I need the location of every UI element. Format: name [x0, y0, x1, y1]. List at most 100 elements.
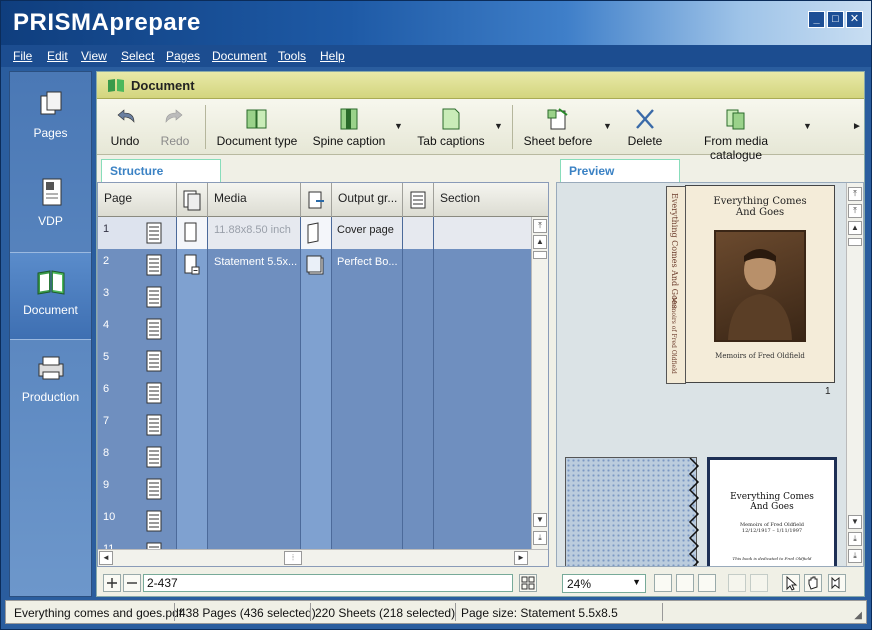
page-cell[interactable]: 3 — [98, 281, 176, 313]
menu-edit[interactable]: Edit — [47, 49, 68, 63]
table-row[interactable]: 3 — [98, 281, 532, 313]
thumbnail-grid-icon[interactable] — [698, 574, 716, 592]
media-indicator-cell[interactable] — [177, 249, 207, 281]
output-group-cell[interactable]: Cover page — [332, 217, 402, 249]
output-indicator-cell[interactable] — [301, 409, 331, 441]
media-indicator-cell[interactable] — [177, 217, 207, 249]
output-indicator-cell[interactable] — [301, 505, 331, 537]
section-indicator-cell[interactable] — [403, 473, 433, 505]
pointer-cursor-icon[interactable] — [782, 574, 800, 592]
column-header-output-group[interactable]: Output gr... — [332, 183, 402, 217]
scroll-thumb[interactable] — [848, 238, 862, 246]
section-indicator-cell[interactable] — [403, 505, 433, 537]
media-cell[interactable] — [208, 281, 300, 313]
section-cell[interactable] — [434, 217, 532, 249]
scroll-down-icon[interactable]: ▼ — [533, 513, 547, 527]
scroll-top-icon[interactable]: ⤒ — [533, 219, 547, 233]
column-header-page[interactable]: Page — [98, 183, 176, 217]
page-cell[interactable]: 7 — [98, 409, 176, 441]
redo-button[interactable]: Redo — [153, 99, 197, 155]
sidebar-item-document[interactable]: Document — [10, 252, 91, 340]
output-group-cell[interactable] — [332, 505, 402, 537]
minimize-button[interactable]: _ — [808, 11, 825, 28]
table-row[interactable]: 5 — [98, 345, 532, 377]
tab-structure[interactable]: Structure — [101, 159, 221, 183]
media-cell[interactable] — [208, 473, 300, 505]
section-indicator-cell[interactable] — [403, 249, 433, 281]
spread-view-icon[interactable] — [750, 574, 768, 592]
structure-horizontal-scrollbar[interactable]: ◄ ⦙ ► — [98, 549, 548, 566]
media-cell[interactable] — [208, 441, 300, 473]
media-cell[interactable] — [208, 505, 300, 537]
menu-tools[interactable]: Tools — [278, 49, 306, 63]
fit-page-icon[interactable] — [654, 574, 672, 592]
pan-hand-icon[interactable] — [804, 574, 822, 592]
tab-preview[interactable]: Preview — [560, 159, 680, 183]
sheet-before-dropdown-icon[interactable]: ▼ — [603, 121, 612, 131]
section-cell[interactable] — [434, 313, 532, 345]
output-indicator-cell[interactable] — [301, 217, 331, 249]
resize-grip-icon[interactable]: ◢ — [854, 610, 862, 621]
scroll-up-icon[interactable]: ▲ — [848, 221, 862, 235]
close-button[interactable]: ✕ — [846, 11, 863, 28]
section-indicator-cell[interactable] — [403, 441, 433, 473]
media-cell[interactable] — [208, 409, 300, 441]
zoom-tool-icon[interactable] — [828, 574, 846, 592]
column-header-section[interactable]: Section — [434, 183, 532, 217]
table-row[interactable]: 9 — [98, 473, 532, 505]
toolbar-overflow-chevron-icon[interactable]: ► — [852, 121, 862, 132]
preview-vertical-scrollbar[interactable]: ⤒ ⤒ ▲ ▼ ⤓ ⤓ — [846, 183, 863, 566]
scroll-bottom-icon[interactable]: ⤓ — [533, 531, 547, 545]
page-cell[interactable]: 1 — [98, 217, 176, 249]
section-cell[interactable] — [434, 441, 532, 473]
structure-vertical-scrollbar[interactable]: ⤒ ▲ ▼ ⤓ — [531, 217, 548, 550]
spine-caption-dropdown-icon[interactable]: ▼ — [394, 121, 403, 131]
sidebar-item-production[interactable]: Production — [10, 340, 91, 428]
expand-plus-icon[interactable] — [103, 574, 121, 592]
table-row[interactable]: 10 — [98, 505, 532, 537]
section-indicator-cell[interactable] — [403, 313, 433, 345]
media-indicator-cell[interactable] — [177, 473, 207, 505]
table-row[interactable]: 7 — [98, 409, 532, 441]
section-cell[interactable] — [434, 473, 532, 505]
media-indicator-cell[interactable] — [177, 281, 207, 313]
tab-captions-button[interactable]: Tab captions — [415, 99, 487, 155]
section-cell[interactable] — [434, 345, 532, 377]
copy-pages-icon[interactable] — [728, 574, 746, 592]
output-group-cell[interactable] — [332, 473, 402, 505]
media-catalogue-dropdown-icon[interactable]: ▼ — [803, 121, 812, 131]
output-indicator-cell[interactable] — [301, 313, 331, 345]
output-indicator-cell[interactable] — [301, 281, 331, 313]
output-group-cell[interactable] — [332, 345, 402, 377]
section-cell[interactable] — [434, 281, 532, 313]
page-cell[interactable]: 4 — [98, 313, 176, 345]
scroll-right-icon[interactable]: ► — [514, 551, 528, 565]
menu-help[interactable]: Help — [320, 49, 345, 63]
media-cell[interactable] — [208, 377, 300, 409]
output-group-cell[interactable]: Perfect Bo... — [332, 249, 402, 281]
page-cell[interactable]: 10 — [98, 505, 176, 537]
section-indicator-cell[interactable] — [403, 217, 433, 249]
fit-height-icon[interactable] — [676, 574, 694, 592]
page-cell[interactable]: 8 — [98, 441, 176, 473]
menu-pages[interactable]: Pages — [166, 49, 200, 63]
collapse-minus-icon[interactable] — [123, 574, 141, 592]
section-indicator-cell[interactable] — [403, 409, 433, 441]
output-indicator-cell[interactable] — [301, 473, 331, 505]
section-cell[interactable] — [434, 377, 532, 409]
output-group-cell[interactable] — [332, 441, 402, 473]
section-indicator-cell[interactable] — [403, 345, 433, 377]
section-cell[interactable] — [434, 505, 532, 537]
title-bar[interactable]: PRISMAprepare _ □ ✕ — [1, 1, 871, 45]
scroll-bottom-icon[interactable]: ⤓ — [848, 549, 862, 563]
zoom-select[interactable]: 24% ▼ — [562, 574, 646, 593]
menu-file[interactable]: File — [13, 49, 32, 63]
preview-panel[interactable]: Everything Comes And Goes Memoirs of Fre… — [556, 182, 864, 567]
media-cell[interactable] — [208, 345, 300, 377]
horizontal-scroll-thumb[interactable]: ⦙ — [284, 551, 302, 565]
delete-button[interactable]: Delete — [623, 99, 667, 155]
maximize-button[interactable]: □ — [827, 11, 844, 28]
tab-captions-dropdown-icon[interactable]: ▼ — [494, 121, 503, 131]
output-indicator-cell[interactable] — [301, 377, 331, 409]
output-group-cell[interactable] — [332, 377, 402, 409]
